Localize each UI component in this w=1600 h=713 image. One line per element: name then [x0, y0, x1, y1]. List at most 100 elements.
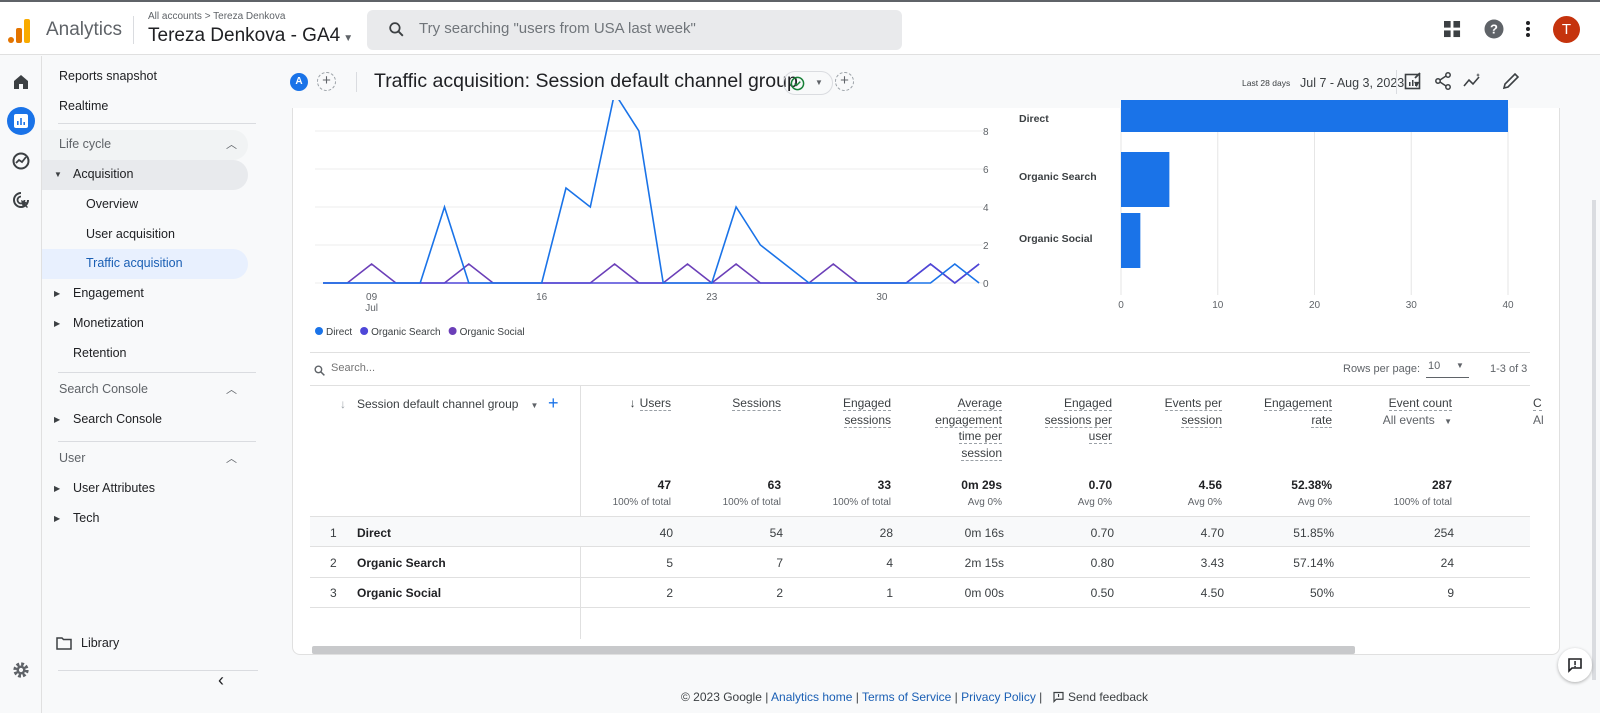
column-header[interactable]: C Al [1533, 395, 1559, 428]
help-icon[interactable]: ? [1484, 19, 1504, 39]
nav-realtime[interactable]: Realtime [59, 99, 108, 113]
x-tick-label: Jul [365, 303, 378, 314]
property-selector[interactable]: Tereza Denkova - GA4 ▼ [148, 25, 353, 47]
vertical-scrollbar[interactable] [1592, 200, 1596, 680]
account-breadcrumb[interactable]: All accounts > Tereza Denkova [148, 11, 285, 22]
column-header-label: sessions [844, 412, 891, 428]
gear-icon[interactable] [7, 656, 35, 684]
column-header[interactable]: Event count All events ▼ [1383, 395, 1452, 430]
column-total-sub: Avg 0% [1187, 497, 1222, 508]
table-row[interactable]: 1 Direct 40 54 28 0m 16s 0.70 4.70 51.85% 254 [310, 516, 1530, 547]
horizontal-scrollbar[interactable] [312, 646, 1355, 654]
nav-engagement[interactable]: Engagement [73, 286, 144, 300]
table-search-input[interactable] [331, 362, 631, 374]
collapse-nav-icon[interactable]: ‹ [218, 670, 224, 691]
divider [58, 670, 258, 671]
add-comparison-icon[interactable]: + [317, 72, 336, 91]
row-channel[interactable]: Organic Social [357, 586, 441, 600]
row-metric-value: 24 [1440, 555, 1454, 570]
row-metric-value: 40 [659, 526, 673, 540]
legend-swatch [360, 327, 369, 335]
nav-user-acquisition[interactable]: User acquisition [86, 227, 175, 241]
send-feedback-link[interactable]: Send feedback [1046, 690, 1148, 704]
comparison-chip[interactable]: A [290, 73, 308, 91]
divider [133, 16, 134, 44]
dimension-selector[interactable]: Session default channel group ▼ [357, 397, 538, 411]
column-total: 33 [877, 478, 891, 492]
avatar[interactable]: T [1553, 16, 1580, 43]
footer-link-analytics-home[interactable]: Analytics home [771, 690, 852, 704]
feedback-button[interactable] [1558, 648, 1592, 682]
advertising-icon[interactable] [7, 186, 35, 214]
column-header[interactable]: Events per session [1164, 395, 1222, 428]
add-dimension-icon[interactable]: + [548, 393, 559, 414]
nav-library[interactable]: Library [81, 636, 119, 650]
row-channel[interactable]: Organic Search [357, 556, 446, 570]
row-channel[interactable]: Direct [357, 526, 391, 540]
column-header[interactable]: Sessions [732, 395, 781, 412]
chevron-up-icon[interactable]: ︿ [226, 381, 237, 397]
sort-arrow-icon[interactable]: ↓ [340, 397, 346, 411]
footer-link-privacy[interactable]: Privacy Policy [961, 690, 1036, 704]
check-circle-icon [790, 76, 805, 91]
column-filter[interactable]: All events ▼ [1383, 413, 1452, 427]
nav-reports-snapshot[interactable]: Reports snapshot [59, 69, 157, 83]
reports-icon[interactable] [7, 107, 35, 135]
column-header[interactable]: Engaged sessions [842, 395, 891, 428]
footer-link-terms[interactable]: Terms of Service [862, 690, 951, 704]
column-header[interactable]: ↓ Users [630, 395, 671, 412]
chevron-down-icon: ▼ [1456, 361, 1464, 370]
date-range-picker[interactable]: Jul 7 - Aug 3, 2023 ▼ [1300, 76, 1421, 90]
bar-organic-social[interactable] [1121, 213, 1141, 268]
more-vert-icon[interactable] [1525, 20, 1531, 38]
add-filter-icon[interactable]: + [835, 72, 854, 91]
column-total: 52.38% [1291, 478, 1332, 492]
nav-tech[interactable]: Tech [73, 511, 99, 525]
column-header[interactable]: Average engagement time per session [935, 395, 1002, 461]
nav-monetization[interactable]: Monetization [73, 316, 144, 330]
x-tick-label: 16 [536, 292, 548, 303]
search-input[interactable] [419, 20, 879, 37]
share-icon[interactable] [1434, 72, 1452, 90]
customize-report-icon[interactable] [1404, 72, 1422, 90]
section-label-search-console[interactable]: Search Console [59, 382, 148, 396]
nav-user-attributes[interactable]: User Attributes [73, 481, 155, 495]
analytics-logo-icon[interactable] [8, 17, 32, 43]
x-tick-label: 23 [706, 292, 718, 303]
home-icon[interactable] [7, 68, 35, 96]
apps-grid-icon[interactable] [1444, 21, 1461, 38]
caret-down-icon: ▼ [54, 170, 62, 179]
legend-label[interactable]: Organic Social [460, 327, 525, 338]
icon-rail [0, 56, 42, 713]
series-line-direct[interactable] [323, 100, 980, 284]
nav-retention[interactable]: Retention [73, 346, 127, 360]
bar-direct[interactable] [1121, 100, 1508, 132]
chevron-up-icon[interactable]: ︿ [226, 450, 237, 466]
y-tick-label: 0 [983, 279, 989, 290]
column-filter[interactable]: Al [1533, 413, 1544, 427]
column-header[interactable]: Engaged sessions per user [1044, 395, 1112, 445]
legend-label[interactable]: Organic Search [371, 327, 440, 338]
section-label-user[interactable]: User [59, 451, 85, 465]
column-header-label: session [1181, 412, 1222, 428]
table-row[interactable]: 2 Organic Search 5 7 4 2m 15s 0.80 3.43 57.14% 24 [310, 547, 1530, 578]
row-metric-value: 5 [666, 555, 673, 570]
insights-icon[interactable] [1463, 72, 1483, 90]
row-rank: 2 [330, 555, 337, 570]
report-status-chip[interactable]: ▼ [783, 71, 833, 95]
bar-organic-search[interactable] [1121, 152, 1170, 207]
column-header-label: Users [639, 396, 671, 411]
caret-right-icon: ▶ [54, 289, 61, 298]
nav-overview[interactable]: Overview [86, 197, 138, 211]
legend-label[interactable]: Direct [326, 327, 352, 338]
nav-search-console[interactable]: Search Console [73, 412, 162, 426]
rows-per-page-select[interactable]: 10 ▼ [1426, 358, 1469, 378]
explore-icon[interactable] [7, 147, 35, 175]
row-metric-value: 0m 16s [964, 526, 1004, 540]
x-tick-label: 10 [1212, 300, 1224, 310]
chevron-up-icon[interactable]: ︿ [226, 136, 237, 152]
search-box[interactable] [367, 10, 902, 50]
column-header[interactable]: Engagement rate [1263, 395, 1332, 428]
edit-pencil-icon[interactable] [1502, 72, 1520, 90]
table-row[interactable]: 3 Organic Social 2 2 1 0m 00s 0.50 4.50 50% 9 [310, 577, 1530, 608]
